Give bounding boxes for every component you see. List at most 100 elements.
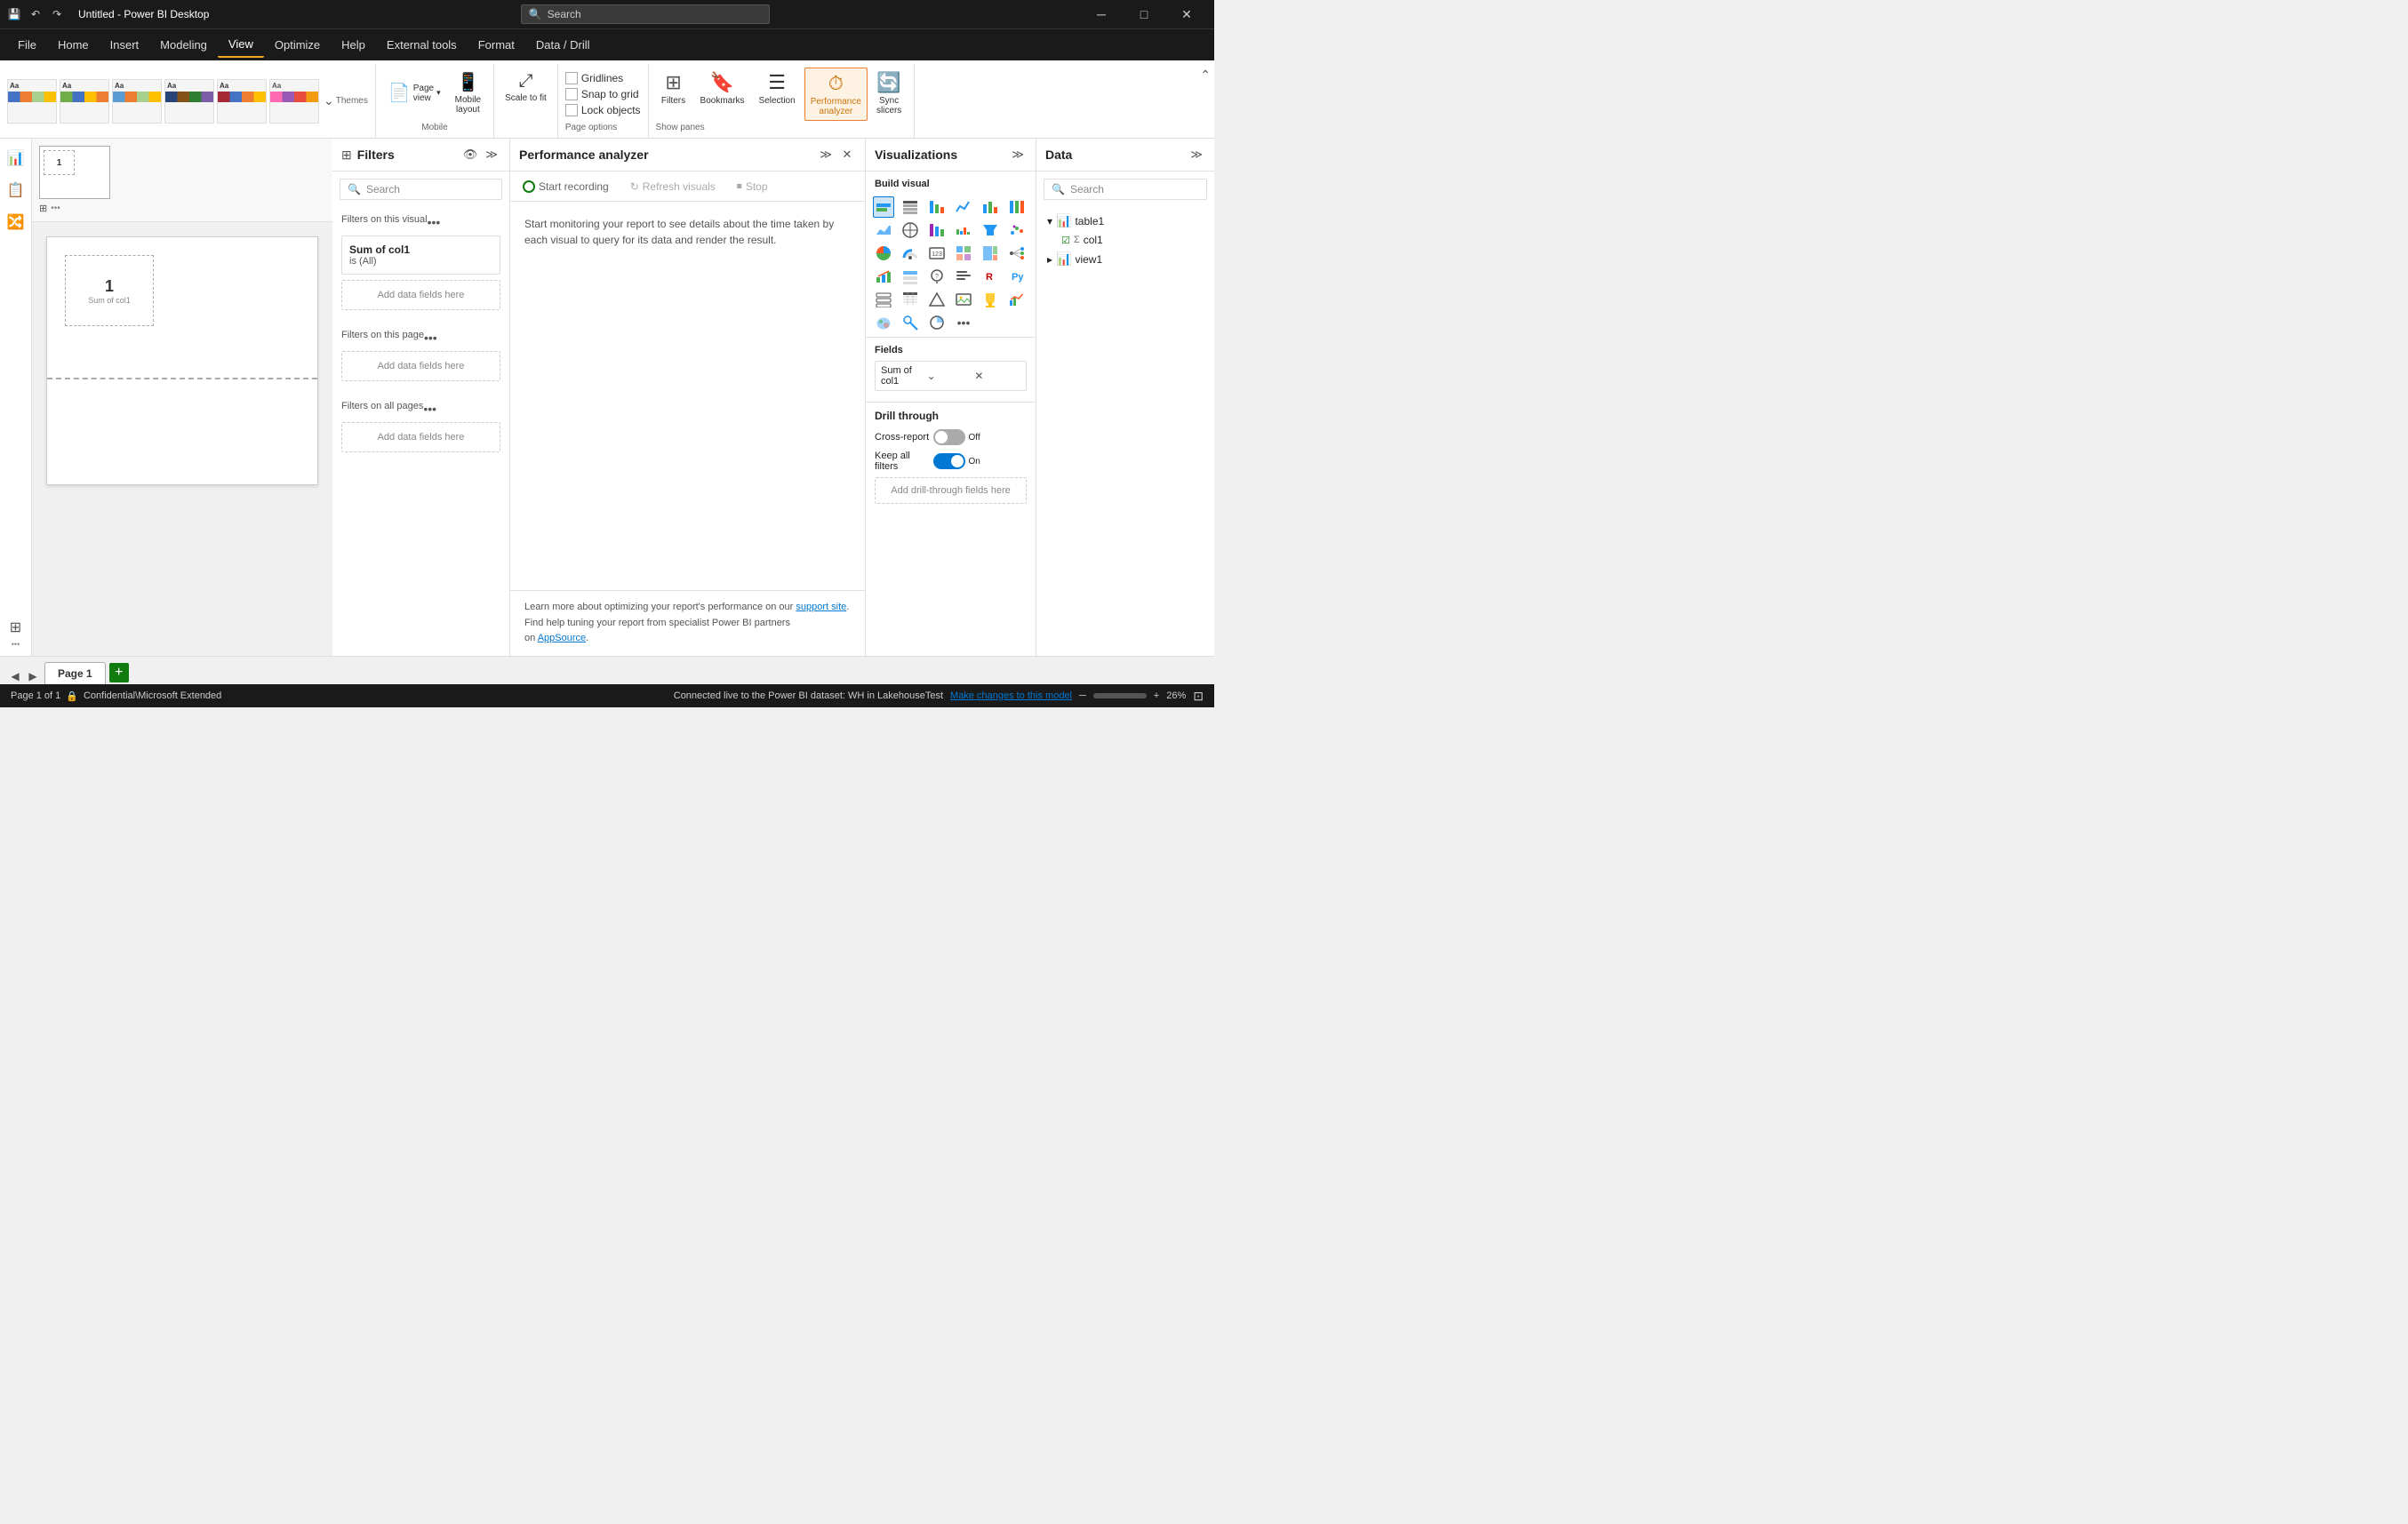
data-view-icon[interactable]: 📋 bbox=[4, 178, 28, 203]
stop-btn[interactable]: ⏹ Stop bbox=[733, 177, 772, 195]
viz-table[interactable] bbox=[900, 196, 921, 218]
viz-slicer[interactable] bbox=[900, 266, 921, 287]
canvas-visual[interactable]: 1 Sum of col1 bbox=[65, 255, 154, 326]
theme-item-1[interactable]: Aa bbox=[7, 79, 57, 124]
menu-modeling[interactable]: Modeling bbox=[149, 33, 218, 58]
data-search-box[interactable]: 🔍 Search bbox=[1044, 179, 1207, 200]
viz-image[interactable] bbox=[953, 289, 974, 310]
viz-multi-row-card[interactable] bbox=[873, 289, 894, 310]
minimize-button[interactable]: ─ bbox=[1081, 0, 1122, 28]
page-tab-1[interactable]: Page 1 bbox=[44, 662, 106, 684]
viz-expand-icon[interactable]: ≫ bbox=[1009, 146, 1027, 164]
filters-eye-icon[interactable]: 👁 bbox=[461, 146, 479, 164]
page-nav-next[interactable]: ▶ bbox=[25, 668, 41, 684]
data-tree-col1[interactable]: ☑ Σ col1 bbox=[1044, 231, 1207, 249]
filters-visual-add-area[interactable]: Add data fields here bbox=[341, 280, 500, 310]
theme-item-3[interactable]: Aa bbox=[112, 79, 162, 124]
filter-sidebar-dots[interactable]: ••• bbox=[4, 640, 28, 649]
lock-objects-checkbox[interactable]: Lock objects bbox=[565, 104, 641, 116]
viz-gauge[interactable] bbox=[900, 243, 921, 264]
filters-pane-btn[interactable]: ⊞ Filters bbox=[656, 68, 692, 109]
themes-expand-btn[interactable]: ⌄ bbox=[322, 92, 336, 110]
fit-page-icon[interactable]: ⊡ bbox=[1193, 689, 1204, 704]
page-view-btn[interactable]: 📄 Page view ▾ bbox=[383, 68, 446, 118]
menu-insert[interactable]: Insert bbox=[100, 33, 150, 58]
zoom-out-btn[interactable]: ─ bbox=[1079, 690, 1086, 701]
page-thumbnail[interactable]: 1 bbox=[39, 146, 110, 199]
theme-item-6[interactable]: Aa bbox=[269, 79, 319, 124]
menu-optimize[interactable]: Optimize bbox=[264, 33, 331, 58]
zoom-in-btn[interactable]: + bbox=[1154, 690, 1159, 701]
viz-card[interactable]: 123 bbox=[926, 243, 948, 264]
viz-smart-narrative[interactable] bbox=[953, 266, 974, 287]
viz-area[interactable] bbox=[873, 219, 894, 241]
theme-item-4[interactable]: Aa bbox=[164, 79, 214, 124]
filters-all-add-area[interactable]: Add data fields here bbox=[341, 422, 500, 452]
viz-treemap[interactable] bbox=[980, 243, 1001, 264]
menu-format[interactable]: Format bbox=[468, 33, 525, 58]
viz-bubble[interactable] bbox=[926, 312, 948, 333]
start-recording-btn[interactable]: Start recording bbox=[519, 178, 612, 195]
report-canvas[interactable]: 1 Sum of col1 bbox=[46, 236, 318, 485]
filters-visual-more[interactable]: ••• bbox=[428, 215, 441, 229]
viz-funnel[interactable] bbox=[980, 219, 1001, 241]
snap-to-grid-checkbox[interactable]: Snap to grid bbox=[565, 88, 641, 100]
menu-home[interactable]: Home bbox=[47, 33, 100, 58]
viz-filled-map[interactable] bbox=[873, 312, 894, 333]
perf-appsource-link[interactable]: AppSource bbox=[538, 633, 586, 643]
redo-icon[interactable]: ↷ bbox=[50, 7, 64, 21]
viz-decomptree[interactable] bbox=[1006, 243, 1028, 264]
viz-field-sum-col1[interactable]: Sum of col1 ⌄ ✕ bbox=[875, 361, 1027, 391]
perf-support-link[interactable]: support site bbox=[796, 602, 846, 612]
sync-slicers-btn[interactable]: 🔄 Syncslicers bbox=[871, 68, 907, 119]
viz-more[interactable]: ••• bbox=[953, 312, 974, 333]
data-panel-expand-icon[interactable]: ≫ bbox=[1188, 146, 1205, 164]
make-changes-link[interactable]: Make changes to this model bbox=[950, 690, 1072, 701]
viz-clustered-column[interactable] bbox=[980, 196, 1001, 218]
menu-data-drill[interactable]: Data / Drill bbox=[525, 33, 601, 58]
viz-r-script[interactable]: R bbox=[980, 266, 1001, 287]
performance-analyzer-btn[interactable]: ⏱ Performanceanalyzer bbox=[804, 68, 868, 121]
gridlines-checkbox[interactable]: Gridlines bbox=[565, 72, 641, 84]
viz-waterfall[interactable] bbox=[953, 219, 974, 241]
cross-report-toggle[interactable] bbox=[933, 429, 965, 445]
viz-python[interactable]: Py bbox=[1006, 266, 1028, 287]
close-button[interactable]: ✕ bbox=[1166, 0, 1207, 28]
global-search-box[interactable]: 🔍 Search bbox=[521, 4, 770, 24]
theme-item-5[interactable]: Aa bbox=[217, 79, 267, 124]
data-tree-table1[interactable]: ▾ 📊 table1 bbox=[1044, 211, 1207, 231]
undo-icon[interactable]: ↶ bbox=[28, 7, 43, 21]
viz-scatter[interactable] bbox=[1006, 219, 1028, 241]
viz-shape[interactable] bbox=[926, 289, 948, 310]
viz-pie[interactable] bbox=[873, 243, 894, 264]
theme-item-2[interactable]: Aa bbox=[60, 79, 109, 124]
selection-pane-btn[interactable]: ☰ Selection bbox=[754, 68, 801, 109]
refresh-visuals-btn[interactable]: ↻ Refresh visuals bbox=[627, 178, 719, 195]
scale-to-fit-btn[interactable]: ⤢ Scale to fit bbox=[500, 68, 552, 107]
filters-all-more[interactable]: ••• bbox=[423, 402, 436, 416]
viz-key-influencer[interactable] bbox=[900, 312, 921, 333]
filters-expand-icon[interactable]: ≫ bbox=[483, 146, 500, 164]
maximize-button[interactable]: □ bbox=[1124, 0, 1164, 28]
viz-matrix[interactable] bbox=[953, 243, 974, 264]
viz-line-cluster[interactable] bbox=[1006, 289, 1028, 310]
model-view-icon[interactable]: 🔀 bbox=[4, 210, 28, 235]
viz-field-sort-icon[interactable]: ⌄ bbox=[927, 370, 973, 382]
viz-clustered-bar[interactable] bbox=[926, 196, 948, 218]
perf-expand-icon[interactable]: ≫ bbox=[817, 146, 835, 164]
keep-filters-toggle[interactable] bbox=[933, 453, 965, 469]
page-nav-prev[interactable]: ◀ bbox=[7, 668, 23, 684]
viz-field-remove-icon[interactable]: ✕ bbox=[974, 370, 1020, 382]
menu-view[interactable]: View bbox=[218, 33, 264, 58]
viz-kpi[interactable] bbox=[873, 266, 894, 287]
filters-search-box[interactable]: 🔍 Search bbox=[340, 179, 502, 200]
viz-map[interactable] bbox=[900, 219, 921, 241]
viz-100-stacked[interactable] bbox=[1006, 196, 1028, 218]
viz-ribbon[interactable] bbox=[926, 219, 948, 241]
menu-help[interactable]: Help bbox=[331, 33, 376, 58]
drill-add-area[interactable]: Add drill-through fields here bbox=[875, 477, 1027, 504]
menu-file[interactable]: File bbox=[7, 33, 47, 58]
filter-card-col1[interactable]: Sum of col1 is (All) bbox=[341, 235, 500, 275]
filters-page-more[interactable]: ••• bbox=[424, 331, 437, 345]
viz-paginated-table[interactable] bbox=[900, 289, 921, 310]
